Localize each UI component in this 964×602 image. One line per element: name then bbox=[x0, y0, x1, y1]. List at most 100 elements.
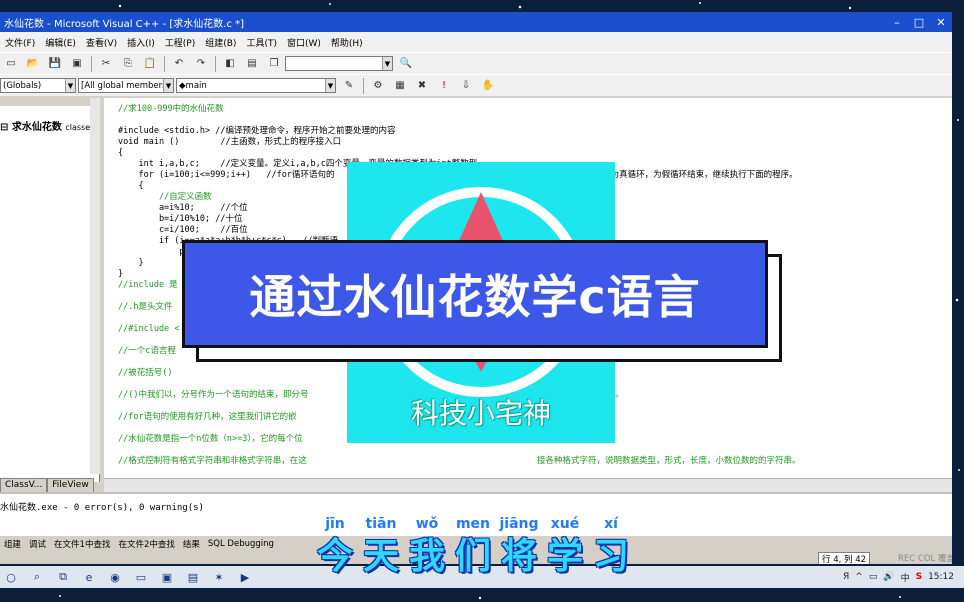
standard-toolbar: ▭ 📂 💾 ▣ ✂ ⎘ 📋 ↶ ↷ ◧ ▤ ❐ ▼ 🔍 bbox=[0, 52, 952, 74]
code-line: void main () //主函数，形式上的程序接入口 bbox=[118, 137, 342, 147]
tab-results[interactable]: 结果 bbox=[179, 538, 204, 550]
tree-expand-icon[interactable]: ⊟ bbox=[0, 122, 12, 133]
pinyin-subtitle: jīn 今 tiān 天 wǒ 我 men 们 jiāng 将 xué 学 xí 习 bbox=[312, 516, 634, 586]
task-view-icon[interactable]: ⧉ bbox=[52, 568, 74, 586]
chevron-down-icon[interactable]: ▼ bbox=[65, 79, 75, 92]
hanzi: 今 bbox=[316, 535, 353, 577]
search-icon[interactable]: ⌕ bbox=[26, 568, 48, 586]
breakpoint-icon[interactable]: ✋ bbox=[479, 78, 497, 94]
volume-icon[interactable]: 🔊 bbox=[883, 572, 894, 582]
stop-build-icon[interactable]: ✖ bbox=[413, 78, 431, 94]
build-icon[interactable]: ▦ bbox=[391, 78, 409, 94]
menu-file[interactable]: 文件(F) bbox=[0, 36, 40, 49]
chevron-down-icon[interactable]: ▼ bbox=[382, 57, 392, 70]
clock[interactable]: 15:12 bbox=[928, 572, 954, 582]
menu-insert[interactable]: 插入(I) bbox=[122, 36, 160, 49]
find-combo[interactable]: ▼ bbox=[285, 56, 393, 71]
status-indicators: REC COL 覆盖 读取 bbox=[898, 554, 952, 564]
tab-find-in-files-1[interactable]: 在文件1中查找 bbox=[50, 538, 114, 550]
ime-indicator[interactable]: 中 bbox=[901, 571, 910, 584]
media-icon[interactable]: ▶ bbox=[234, 568, 256, 586]
window-title: 水仙花数 - Microsoft Visual C++ - [求水仙花数.c *… bbox=[4, 18, 245, 30]
close-button[interactable]: ✕ bbox=[930, 12, 952, 32]
code-line: //格式控制符有格式字符串和非格式字符串，在这 接各种格式字符，说明数据类型，形… bbox=[118, 456, 801, 466]
subtitle-char: tiān 天 bbox=[358, 516, 404, 586]
pinyin: men bbox=[455, 516, 491, 532]
cut-icon[interactable]: ✂ bbox=[97, 56, 115, 72]
pinyin: xí bbox=[604, 516, 618, 532]
browser-icon[interactable]: ◉ bbox=[104, 568, 126, 586]
code-line: { bbox=[118, 148, 124, 158]
battery-icon[interactable]: ▭ bbox=[869, 572, 878, 582]
output-icon[interactable]: ▤ bbox=[243, 56, 261, 72]
chevron-down-icon[interactable]: ▼ bbox=[325, 79, 335, 92]
code-line: //被花括号() bbox=[118, 368, 173, 378]
menu-tools[interactable]: 工具(T) bbox=[241, 36, 282, 49]
undo-icon[interactable]: ↶ bbox=[170, 56, 188, 72]
title-banner: 通过水仙花数学c语言 bbox=[182, 240, 768, 348]
minimize-button[interactable]: – bbox=[886, 12, 908, 32]
go-icon[interactable]: ⇩ bbox=[457, 78, 475, 94]
vc-icon[interactable]: ▤ bbox=[182, 568, 204, 586]
cursor-position: 行 4, 列 42 bbox=[818, 552, 871, 564]
copy-icon[interactable]: ⎘ bbox=[119, 56, 137, 72]
paste-icon[interactable]: 📋 bbox=[141, 56, 159, 72]
antivirus-icon[interactable]: S bbox=[916, 572, 922, 582]
hanzi: 习 bbox=[592, 535, 629, 577]
code-line: c=i/100; //百位 bbox=[118, 225, 248, 235]
hanzi: 学 bbox=[546, 535, 583, 577]
menu-view[interactable]: 查看(V) bbox=[81, 36, 122, 49]
class-combo[interactable]: (Globals) ▼ bbox=[0, 78, 76, 93]
workspace-header bbox=[0, 98, 100, 106]
project-tree-root[interactable]: ⊟ 求水仙花数 classe bbox=[0, 118, 90, 133]
tab-build[interactable]: 组建 bbox=[0, 538, 25, 550]
window-list-icon[interactable]: ❐ bbox=[265, 56, 283, 72]
hanzi: 我 bbox=[408, 535, 445, 577]
tab-debug[interactable]: 调试 bbox=[25, 538, 50, 550]
find-icon[interactable]: 🔍 bbox=[397, 56, 415, 72]
user-icon[interactable]: Я bbox=[843, 572, 849, 582]
members-value: [All global members] bbox=[81, 80, 170, 91]
code-line: a=i%10; //个位 bbox=[118, 203, 248, 213]
subtitle-char: xué 学 bbox=[542, 516, 588, 586]
menu-edit[interactable]: 编辑(E) bbox=[40, 36, 81, 49]
editor-horizontal-scrollbar[interactable] bbox=[104, 478, 952, 492]
hanzi: 将 bbox=[500, 535, 537, 577]
chevron-up-icon[interactable]: ^ bbox=[855, 572, 863, 582]
menu-project[interactable]: 工程(P) bbox=[160, 36, 200, 49]
function-combo[interactable]: ◆main ▼ bbox=[176, 78, 336, 93]
compile-icon[interactable]: ⚙ bbox=[369, 78, 387, 94]
menu-window[interactable]: 窗口(W) bbox=[282, 36, 326, 49]
edge-icon[interactable]: e bbox=[78, 568, 100, 586]
window-controls: – □ ✕ bbox=[886, 12, 952, 32]
workspace-icon[interactable]: ◧ bbox=[221, 56, 239, 72]
files-icon[interactable]: ▭ bbox=[130, 568, 152, 586]
maximize-button[interactable]: □ bbox=[908, 12, 930, 32]
photos-icon[interactable]: ▣ bbox=[156, 568, 178, 586]
app-icon[interactable]: ✶ bbox=[208, 568, 230, 586]
menu-build[interactable]: 组建(B) bbox=[200, 36, 241, 49]
start-icon[interactable]: ○ bbox=[0, 568, 22, 586]
members-combo[interactable]: [All global members] ▼ bbox=[78, 78, 174, 93]
open-icon[interactable]: 📂 bbox=[24, 56, 42, 72]
toolbar-separator bbox=[164, 55, 165, 72]
code-line: { bbox=[118, 181, 144, 191]
new-file-icon[interactable]: ▭ bbox=[2, 56, 20, 72]
hanzi: 天 bbox=[362, 535, 399, 577]
menu-bar: 文件(F) 编辑(E) 查看(V) 插入(I) 工程(P) 组建(B) 工具(T… bbox=[0, 32, 952, 52]
subtitle-char: wǒ 我 bbox=[404, 516, 450, 586]
banner-title: 通过水仙花数学c语言 bbox=[249, 270, 701, 324]
redo-icon[interactable]: ↷ bbox=[192, 56, 210, 72]
execute-icon[interactable]: ! bbox=[435, 78, 453, 94]
code-line: //求100-999中的水仙花数 bbox=[118, 104, 224, 114]
title-bar: 水仙花数 - Microsoft Visual C++ - [求水仙花数.c *… bbox=[0, 12, 952, 32]
code-line: //#include < bbox=[118, 324, 180, 334]
save-all-icon[interactable]: ▣ bbox=[68, 56, 86, 72]
chevron-down-icon[interactable]: ▼ bbox=[163, 79, 173, 92]
menu-help[interactable]: 帮助(H) bbox=[326, 36, 368, 49]
workspace-scrollbar[interactable] bbox=[90, 98, 100, 474]
tab-sql-debugging[interactable]: SQL Debugging bbox=[204, 539, 278, 549]
wizard-action-icon[interactable]: ✎ bbox=[340, 78, 358, 94]
tab-find-in-files-2[interactable]: 在文件2中查找 bbox=[114, 538, 178, 550]
save-icon[interactable]: 💾 bbox=[46, 56, 64, 72]
